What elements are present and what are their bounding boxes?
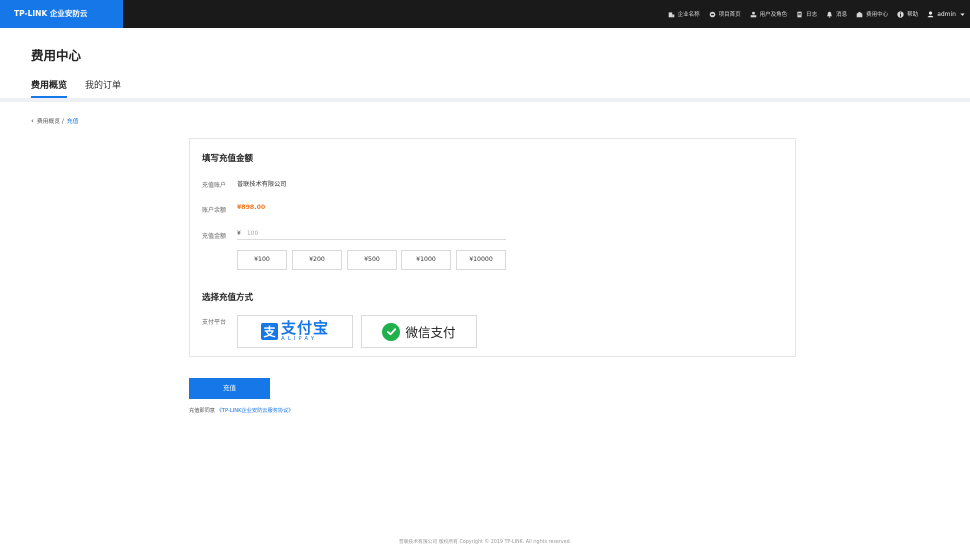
- chevron-down-icon: [959, 11, 966, 18]
- platform-label: 支付平台: [202, 319, 227, 326]
- breadcrumb: ‹ 费用概览 / 充值: [31, 116, 79, 126]
- tab-overview[interactable]: 费用概览: [31, 78, 68, 98]
- wechat-pay-option[interactable]: 微信支付: [361, 315, 477, 348]
- amount-option-10000[interactable]: ¥10000: [456, 250, 506, 270]
- users-icon: [750, 11, 757, 18]
- nav-help-label: 帮助: [907, 12, 919, 18]
- nav-company[interactable]: 企业名称: [668, 10, 700, 18]
- chevron-left-icon[interactable]: ‹: [31, 117, 34, 125]
- agreement-prefix: 充值即同意: [189, 408, 215, 414]
- nav-help[interactable]: 帮助: [897, 10, 918, 18]
- method-section-title: 选择充值方式: [202, 293, 254, 303]
- wechat-pay-name: 微信支付: [405, 325, 456, 340]
- amount-section-title: 填写充值金额: [202, 154, 254, 164]
- brand-logo[interactable]: TP-LINK 企业安防云: [0, 0, 123, 28]
- alipay-name-en: ALIPAY: [280, 335, 318, 342]
- header-divider: [0, 98, 970, 102]
- nav-messages[interactable]: 消息: [826, 10, 847, 18]
- amount-option-200[interactable]: ¥200: [292, 250, 342, 270]
- balance-value: ¥898.00: [237, 204, 266, 211]
- currency-symbol: ¥: [237, 229, 241, 237]
- tab-bar: 费用概览 我的订单: [31, 78, 121, 98]
- company-icon: [668, 11, 675, 18]
- nav-billing[interactable]: 费用中心: [856, 10, 888, 18]
- recharge-card: 填写充值金额 充值账户 普联技术有限公司 账户余额 ¥898.00 充值金额 ¥…: [189, 138, 796, 357]
- alipay-icon: 支: [260, 323, 278, 340]
- wechat-pay-logo: 微信支付: [382, 322, 456, 341]
- nav-billing-label: 费用中心: [866, 12, 889, 18]
- nav-company-label: 企业名称: [677, 12, 700, 18]
- checkmark-icon: [382, 322, 401, 341]
- alipay-option[interactable]: 支 支付宝 ALIPAY: [237, 315, 353, 348]
- breadcrumb-current: 充值: [66, 119, 79, 125]
- account-label: 充值账户: [202, 182, 227, 189]
- user-icon: [927, 11, 934, 18]
- billing-icon: [856, 11, 863, 18]
- amount-option-100[interactable]: ¥100: [237, 250, 287, 270]
- alipay-name: 支付宝: [280, 318, 329, 337]
- top-bar: TP-LINK 企业安防云 企业名称 项目首页 用户及角色 日志 消息 费用中心: [0, 0, 970, 28]
- balance-label: 账户余额: [202, 207, 227, 214]
- user-menu[interactable]: admin: [927, 11, 966, 18]
- tab-orders[interactable]: 我的订单: [85, 78, 121, 98]
- nav-users-label: 用户及角色: [759, 12, 788, 18]
- nav-messages-label: 消息: [836, 12, 848, 18]
- nav-project-label: 项目首页: [718, 12, 741, 18]
- nav-project-home[interactable]: 项目首页: [709, 10, 741, 18]
- agreement-text: 充值即同意 《TP-LINK企业安防云服务协议》: [189, 407, 293, 414]
- user-name: admin: [937, 10, 956, 18]
- alipay-logo: 支 支付宝 ALIPAY: [260, 318, 329, 343]
- recharge-submit-button[interactable]: 充值: [189, 378, 270, 399]
- amount-option-1000[interactable]: ¥1000: [401, 250, 451, 270]
- project-icon: [709, 11, 716, 18]
- top-nav: 企业名称 项目首页 用户及角色 日志 消息 费用中心 帮助 admin: [668, 0, 966, 28]
- amount-input[interactable]: ¥ 100: [237, 227, 506, 240]
- amount-placeholder: 100: [246, 229, 259, 237]
- nav-log[interactable]: 日志: [796, 10, 817, 18]
- nav-users-roles[interactable]: 用户及角色: [750, 10, 788, 18]
- bell-icon: [826, 11, 833, 18]
- log-icon: [796, 11, 803, 18]
- nav-log-label: 日志: [806, 12, 818, 18]
- footer-copyright: 普联技术有限公司 版权所有 Copyright © 2019 TP-LINK. …: [398, 540, 572, 545]
- amount-option-500[interactable]: ¥500: [347, 250, 397, 270]
- page-title: 费用中心: [31, 48, 82, 63]
- agreement-link[interactable]: 《TP-LINK企业安防云服务协议》: [217, 408, 294, 414]
- account-value: 普联技术有限公司: [237, 181, 287, 188]
- amount-label: 充值金额: [202, 233, 227, 240]
- help-icon: [897, 10, 904, 18]
- breadcrumb-parent[interactable]: 费用概览 /: [37, 116, 64, 125]
